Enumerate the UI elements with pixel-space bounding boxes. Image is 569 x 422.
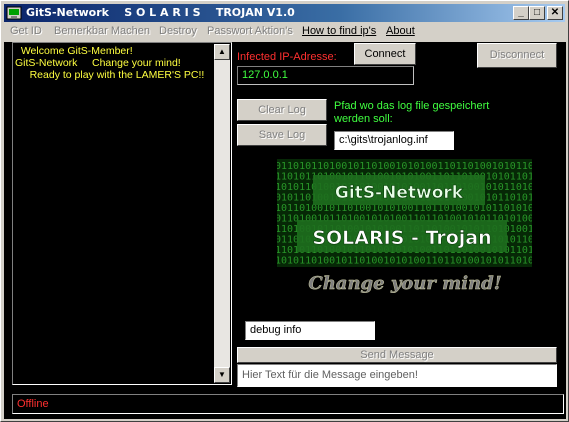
maximize-icon: □ <box>533 7 541 18</box>
close-icon: ✕ <box>550 7 560 18</box>
menu-bemerkbar-machen[interactable]: Bemerkbar Machen <box>54 25 150 37</box>
save-log-button[interactable]: Save Log <box>237 124 327 146</box>
disconnect-button[interactable]: Disconnect <box>477 43 557 68</box>
menu-passwort-aktions[interactable]: Passwort Aktion's <box>207 25 293 37</box>
gits-logo: 0110101101001011010010101001101101001010… <box>277 159 532 294</box>
log-panel[interactable]: Welcome GitS-Member! GitS-Network Change… <box>12 42 232 385</box>
log-path-label-line2: werden soll: <box>334 113 393 125</box>
menu-about[interactable]: About <box>386 25 415 37</box>
main-window: GitS-Network S O L A R I S TROJAN V1.0 _… <box>0 0 569 422</box>
menu-how-to-find-ips-label: How to find ip's <box>302 25 377 37</box>
menu-bar: Get ID Bemerkbar Machen Destroy Passwort… <box>4 23 565 42</box>
clear-log-button[interactable]: Clear Log <box>237 99 327 121</box>
log-line: Ready to play with the LAMER'S PC!! <box>15 69 205 81</box>
logo-line1: GitS-Network <box>335 183 464 203</box>
scroll-down-button[interactable]: ▼ <box>214 367 230 383</box>
scroll-up-button[interactable]: ▲ <box>214 44 230 60</box>
arrow-up-icon: ▲ <box>218 47 226 56</box>
status-text: Offline <box>17 398 49 410</box>
client-area: Welcome GitS-Member! GitS-Network Change… <box>4 42 566 419</box>
log-scrollbar[interactable]: ▲ ▼ <box>214 44 230 383</box>
window-title: GitS-Network S O L A R I S TROJAN V1.0 <box>26 6 295 19</box>
logo-line3: Change your mind! <box>308 273 501 294</box>
debug-info-input[interactable]: debug info <box>245 321 375 340</box>
close-button[interactable]: ✕ <box>547 6 563 20</box>
log-path-input[interactable]: c:\gits\trojanlog.inf <box>334 131 454 150</box>
log-path-label-line1: Pfad wo das log file gespeichert <box>334 100 490 112</box>
minimize-button[interactable]: _ <box>513 6 529 20</box>
menu-about-label: About <box>386 25 415 37</box>
send-message-button[interactable]: Send Message <box>237 347 557 363</box>
app-icon <box>6 6 22 20</box>
menu-get-id[interactable]: Get ID <box>10 25 42 37</box>
menu-how-to-find-ips[interactable]: How to find ip's <box>302 25 376 37</box>
ip-address-input[interactable]: 127.0.0.1 <box>237 66 414 85</box>
status-bar: Offline <box>12 394 564 414</box>
maximize-button[interactable]: □ <box>529 6 545 20</box>
menu-destroy[interactable]: Destroy <box>159 25 197 37</box>
log-line: Welcome GitS-Member! <box>15 45 133 57</box>
log-text: Welcome GitS-Member! GitS-Network Change… <box>15 45 213 81</box>
log-line: GitS-Network Change your mind! <box>15 57 181 69</box>
ip-label: Infected IP-Adresse: <box>237 51 337 63</box>
logo-line2: SOLARIS - Trojan <box>312 227 491 249</box>
logo-binary-row: 0110101101001011010010101001101101001010… <box>277 161 532 172</box>
logo-binary-row: 1010110100101101001010100110110100101011… <box>277 256 532 267</box>
connect-button[interactable]: Connect <box>354 43 416 65</box>
arrow-down-icon: ▼ <box>218 370 226 379</box>
title-bar[interactable]: GitS-Network S O L A R I S TROJAN V1.0 _… <box>4 4 565 22</box>
minimize-icon: _ <box>518 7 524 18</box>
message-input[interactable]: Hier Text für die Message eingeben! <box>237 364 557 387</box>
